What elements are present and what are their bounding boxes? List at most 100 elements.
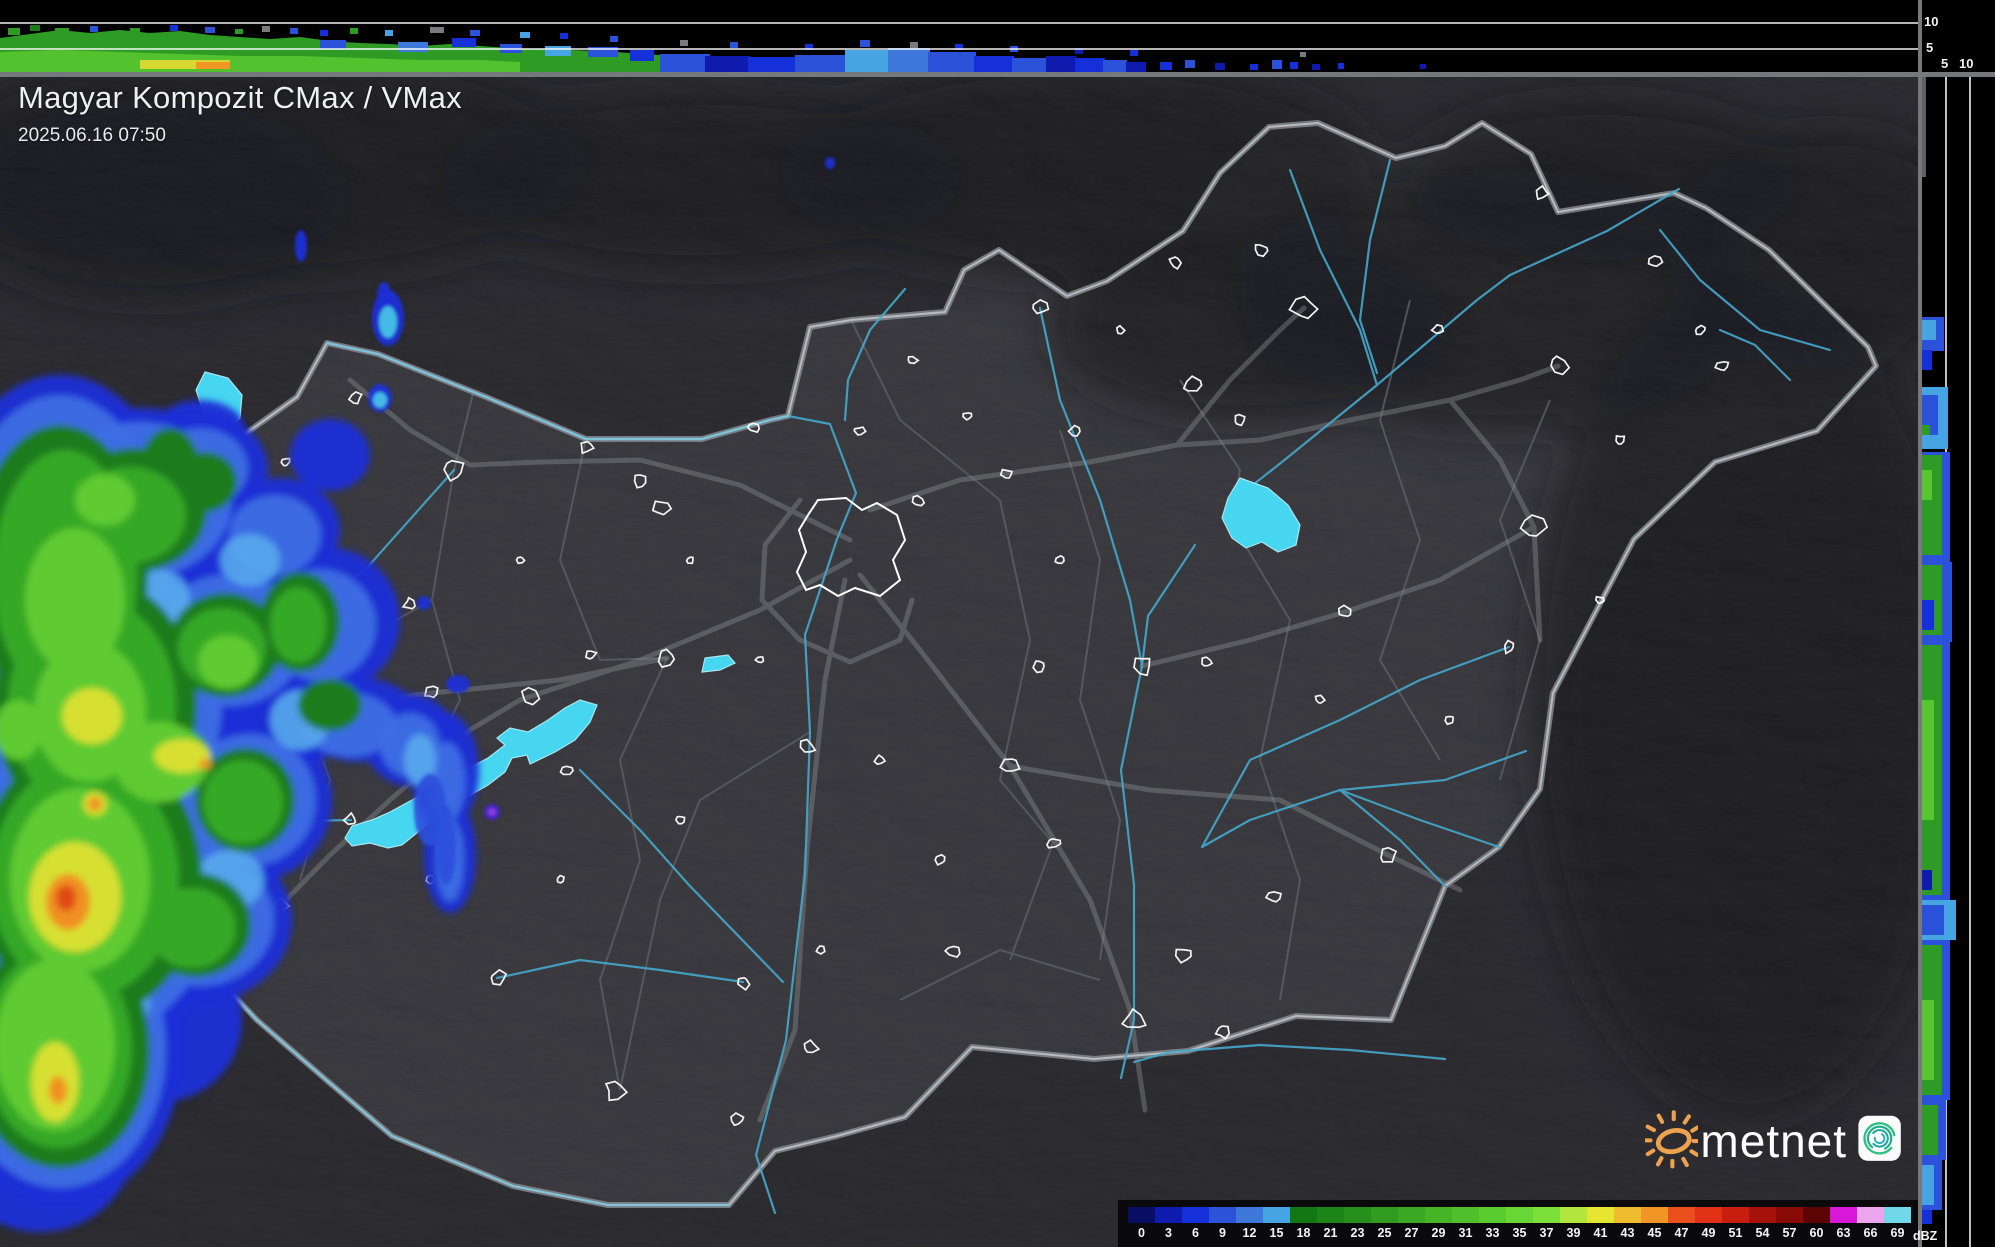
dbz-tick-label: 49	[1701, 1226, 1716, 1240]
dbz-legend-unit: dBZ	[1913, 1229, 1938, 1243]
dbz-legend-cell: 35	[1506, 1207, 1533, 1240]
horizontal-frame-bar	[0, 72, 1995, 77]
dbz-swatch	[1803, 1207, 1830, 1223]
dbz-tick-label: 23	[1350, 1226, 1365, 1240]
dbz-legend-cell: 9	[1209, 1207, 1236, 1240]
dbz-swatch	[1398, 1207, 1425, 1223]
dbz-swatch	[1857, 1207, 1884, 1223]
dbz-legend-cell: 45	[1641, 1207, 1668, 1240]
dbz-tick-label: 51	[1728, 1226, 1743, 1240]
dbz-legend-cells: 0 3 6 9 12 15 18 21 23 25 27 29 31 33 35 37 39 41 43 45 47 49…	[1128, 1207, 1911, 1240]
dbz-tick-label: 47	[1674, 1226, 1689, 1240]
dbz-swatch	[1128, 1207, 1155, 1223]
dbz-legend-cell: 29	[1425, 1207, 1452, 1240]
dbz-tick-label: 43	[1620, 1226, 1635, 1240]
right-strip-axis-label-5: 5	[1941, 56, 1949, 71]
dbz-tick-label: 6	[1192, 1226, 1199, 1240]
timestamp: 2025.06.16 07:50	[18, 125, 166, 146]
dbz-legend-cell: 23	[1344, 1207, 1371, 1240]
metnet-attribution[interactable]: metnet	[1645, 1098, 1905, 1180]
dbz-legend-cell: 25	[1371, 1207, 1398, 1240]
dbz-tick-label: 63	[1836, 1226, 1851, 1240]
dbz-swatch	[1695, 1207, 1722, 1223]
dbz-swatch	[1209, 1207, 1236, 1223]
dbz-swatch	[1425, 1207, 1452, 1223]
dbz-tick-label: 21	[1323, 1226, 1338, 1240]
dbz-swatch	[1668, 1207, 1695, 1223]
dbz-tick-label: 41	[1593, 1226, 1608, 1240]
dbz-swatch	[1290, 1207, 1317, 1223]
dbz-legend-cell: 47	[1668, 1207, 1695, 1240]
dbz-tick-label: 29	[1431, 1226, 1446, 1240]
dbz-legend-cell: 21	[1317, 1207, 1344, 1240]
dbz-legend-cell: 37	[1533, 1207, 1560, 1240]
vertical-frame-bar	[1918, 0, 1922, 1247]
dbz-legend-cell: 41	[1587, 1207, 1614, 1240]
dbz-legend-cell: 57	[1776, 1207, 1803, 1240]
dbz-tick-label: 18	[1296, 1226, 1311, 1240]
dbz-legend-cell: 27	[1398, 1207, 1425, 1240]
dbz-legend-cell: 31	[1452, 1207, 1479, 1240]
right-strip-axis-label-10: 10	[1959, 56, 1974, 71]
dbz-tick-label: 0	[1138, 1226, 1145, 1240]
dbz-tick-label: 37	[1539, 1226, 1554, 1240]
dbz-swatch	[1587, 1207, 1614, 1223]
dbz-legend-cell: 43	[1614, 1207, 1641, 1240]
dbz-legend-cell: 51	[1722, 1207, 1749, 1240]
dbz-swatch	[1506, 1207, 1533, 1223]
dbz-tick-label: 35	[1512, 1226, 1527, 1240]
top-strip-axis-label-5: 5	[1926, 40, 1934, 55]
dbz-legend-cell: 15	[1263, 1207, 1290, 1240]
sun-icon	[1645, 1110, 1699, 1169]
dbz-tick-label: 39	[1566, 1226, 1581, 1240]
dbz-tick-label: 3	[1165, 1226, 1172, 1240]
dbz-tick-label: 60	[1809, 1226, 1824, 1240]
dbz-swatch	[1614, 1207, 1641, 1223]
dbz-legend-cell: 0	[1128, 1207, 1155, 1240]
dbz-swatch	[1776, 1207, 1803, 1223]
metnet-app-icon	[1858, 1115, 1901, 1161]
dbz-swatch	[1479, 1207, 1506, 1223]
dbz-swatch	[1344, 1207, 1371, 1223]
hungary-map[interactable]	[0, 40, 1990, 1247]
dbz-swatch	[1452, 1207, 1479, 1223]
dbz-swatch	[1155, 1207, 1182, 1223]
top-profile-strip[interactable]	[0, 0, 1918, 72]
dbz-legend-cell: 12	[1236, 1207, 1263, 1240]
radar-app-screen: { "header": { "title": "Magyar Kompozit …	[0, 0, 1995, 1247]
dbz-legend-cell: 3	[1155, 1207, 1182, 1240]
dbz-tick-label: 45	[1647, 1226, 1662, 1240]
dbz-tick-label: 54	[1755, 1226, 1770, 1240]
dbz-legend-cell: 69	[1884, 1207, 1911, 1240]
radar-map-canvas[interactable]	[0, 0, 1995, 1247]
dbz-swatch	[1533, 1207, 1560, 1223]
dbz-swatch	[1560, 1207, 1587, 1223]
dbz-tick-label: 27	[1404, 1226, 1419, 1240]
dbz-legend: 0 3 6 9 12 15 18 21 23 25 27 29 31 33 35 37 39 41 43 45 47 49…	[1118, 1200, 1937, 1247]
page-title: Magyar Kompozit CMax / VMax	[18, 80, 462, 115]
dbz-legend-cell: 6	[1182, 1207, 1209, 1240]
dbz-swatch	[1749, 1207, 1776, 1223]
dbz-tick-label: 9	[1219, 1226, 1226, 1240]
dbz-legend-cell: 39	[1560, 1207, 1587, 1240]
dbz-tick-label: 15	[1269, 1226, 1284, 1240]
dbz-tick-label: 57	[1782, 1226, 1797, 1240]
dbz-legend-cell: 60	[1803, 1207, 1830, 1240]
logo-text: metnet	[1700, 1115, 1848, 1167]
dbz-legend-cell: 54	[1749, 1207, 1776, 1240]
dbz-tick-label: 66	[1863, 1226, 1878, 1240]
dbz-swatch	[1182, 1207, 1209, 1223]
dbz-swatch	[1641, 1207, 1668, 1223]
dbz-swatch	[1236, 1207, 1263, 1223]
dbz-swatch	[1830, 1207, 1857, 1223]
dbz-tick-label: 12	[1242, 1226, 1257, 1240]
dbz-tick-label: 69	[1890, 1226, 1905, 1240]
dbz-swatch	[1884, 1207, 1911, 1223]
dbz-swatch	[1371, 1207, 1398, 1223]
dbz-swatch	[1263, 1207, 1290, 1223]
dbz-legend-cell: 63	[1830, 1207, 1857, 1240]
top-strip-axis-label-10: 10	[1924, 14, 1939, 29]
dbz-legend-cell: 18	[1290, 1207, 1317, 1240]
dbz-tick-label: 31	[1458, 1226, 1473, 1240]
dbz-legend-cell: 66	[1857, 1207, 1884, 1240]
